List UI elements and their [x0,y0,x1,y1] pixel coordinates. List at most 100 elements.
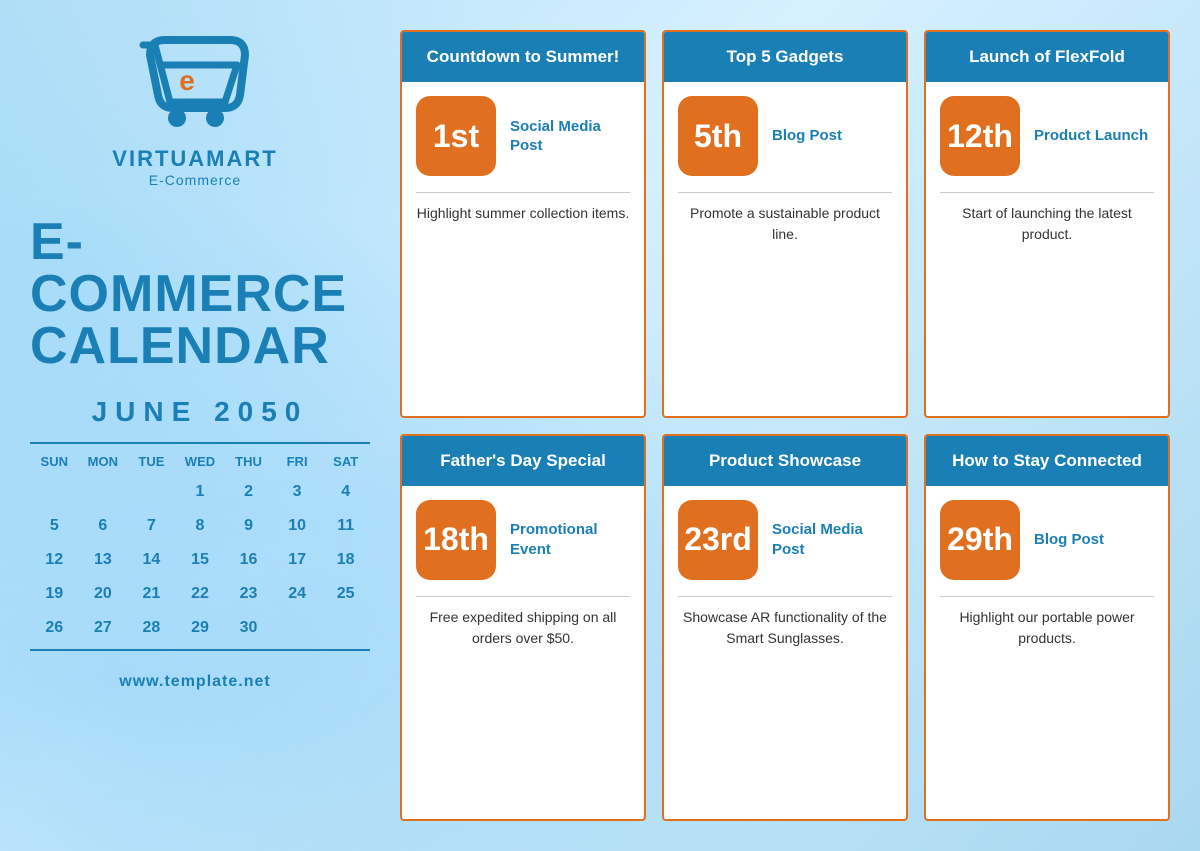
card-description: Showcase AR functionality of the Smart S… [678,607,892,805]
card-body: 12th Product Launch Start of launching the… [926,82,1168,415]
card-header: How to Stay Connected [926,436,1168,486]
card-divider [416,192,630,193]
card-description: Promote a sustainable product line. [678,203,892,401]
event-card: Father's Day Special 18th Promotional Even… [400,434,646,822]
card-body: 18th Promotional Event Free expedited ship… [402,486,644,819]
date-type-row: 1st Social Media Post [416,96,630,176]
cal-day: 8 [176,509,225,543]
cal-day: 19 [30,577,79,611]
cal-day: 3 [273,475,322,509]
date-type-row: 5th Blog Post [678,96,892,176]
cal-day: 25 [321,577,370,611]
cal-week-0: 1234 [30,475,370,509]
cal-day: 24 [273,577,322,611]
card-header: Top 5 Gadgets [664,32,906,82]
month-label: JUNE 2050 [92,396,309,428]
card-header: Father's Day Special [402,436,644,486]
cal-day: 10 [273,509,322,543]
cal-day: 14 [127,543,176,577]
cal-day [273,611,322,645]
date-type-row: 23rd Social Media Post [678,500,892,580]
date-badge: 29th [940,500,1020,580]
date-type-row: 18th Promotional Event [416,500,630,580]
card-body: 5th Blog Post Promote a sustainable produc… [664,82,906,415]
event-type: Promotional Event [510,520,630,559]
cal-day: 26 [30,611,79,645]
cal-day: 29 [176,611,225,645]
cal-week-2: 12131415161718 [30,543,370,577]
event-card: Launch of FlexFold 12th Product Launch Star… [924,30,1170,418]
cal-day: 15 [176,543,225,577]
event-type: Blog Post [772,126,842,146]
card-divider [678,596,892,597]
calendar-table: SUNMONTUEWEDTHUFRISAT 123456789101112131… [30,448,370,645]
cal-day [30,475,79,509]
card-header: Countdown to Summer! [402,32,644,82]
card-divider [940,596,1154,597]
cards-row-1: Countdown to Summer! 1st Social Media Post… [400,30,1170,418]
card-description: Highlight our portable power products. [940,607,1154,805]
left-panel: e VIRTUAMART E-Commerce E-COMMERCE CALEN… [0,0,390,851]
logo-icon: e [135,30,255,140]
cal-day: 16 [224,543,273,577]
date-badge: 12th [940,96,1020,176]
event-card: Top 5 Gadgets 5th Blog Post Promote a susta… [662,30,908,418]
cal-header-thu: THU [224,448,273,475]
event-type: Product Launch [1034,126,1148,146]
cal-day: 6 [79,509,128,543]
card-header: Launch of FlexFold [926,32,1168,82]
cal-header-tue: TUE [127,448,176,475]
cal-day: 9 [224,509,273,543]
card-body: 29th Blog Post Highlight our portable powe… [926,486,1168,819]
cal-header-mon: MON [79,448,128,475]
event-type: Social Media Post [772,520,892,559]
cal-header-sun: SUN [30,448,79,475]
brand-sub: E-Commerce [149,172,241,188]
cal-day: 27 [79,611,128,645]
card-description: Free expedited shipping on all orders ov… [416,607,630,805]
cal-header-sat: SAT [321,448,370,475]
cards-row-2: Father's Day Special 18th Promotional Even… [400,434,1170,822]
date-badge: 23rd [678,500,758,580]
date-badge: 1st [416,96,496,176]
cal-day: 2 [224,475,273,509]
cal-day: 7 [127,509,176,543]
svg-text:e: e [179,65,195,96]
date-type-row: 29th Blog Post [940,500,1154,580]
cal-day [79,475,128,509]
event-card: Product Showcase23rdSocial Media PostSho… [662,434,908,822]
event-type: Blog Post [1034,530,1104,550]
card-divider [416,596,630,597]
brand-name: VIRTUAMART [112,146,277,172]
cal-day: 4 [321,475,370,509]
date-badge: 5th [678,96,758,176]
cal-day: 22 [176,577,225,611]
title-line1: E-COMMERCE CALENDAR [30,216,370,372]
cal-day: 13 [79,543,128,577]
cal-day: 18 [321,543,370,577]
card-divider [940,192,1154,193]
cal-day: 28 [127,611,176,645]
logo-area: e VIRTUAMART E-Commerce [112,30,277,188]
title-block: E-COMMERCE CALENDAR [20,216,370,372]
cal-day: 17 [273,543,322,577]
card-body: 23rd Social Media Post Showcase AR functio… [664,486,906,819]
cal-day: 20 [79,577,128,611]
card-description: Start of launching the latest product. [940,203,1154,401]
cal-day: 30 [224,611,273,645]
calendar-divider-bottom [30,649,370,651]
cal-header-fri: FRI [273,448,322,475]
event-card: Countdown to Summer! 1st Social Media Post… [400,30,646,418]
event-type: Social Media Post [510,117,630,156]
cal-week-3: 19202122232425 [30,577,370,611]
card-divider [678,192,892,193]
cal-week-4: 2627282930 [30,611,370,645]
main-container: e VIRTUAMART E-Commerce E-COMMERCE CALEN… [0,0,1200,851]
card-description: Highlight summer collection items. [416,203,630,401]
calendar-divider-top [30,442,370,444]
cal-week-1: 567891011 [30,509,370,543]
date-badge: 18th [416,500,496,580]
cal-day [321,611,370,645]
cal-day: 12 [30,543,79,577]
cal-day: 1 [176,475,225,509]
